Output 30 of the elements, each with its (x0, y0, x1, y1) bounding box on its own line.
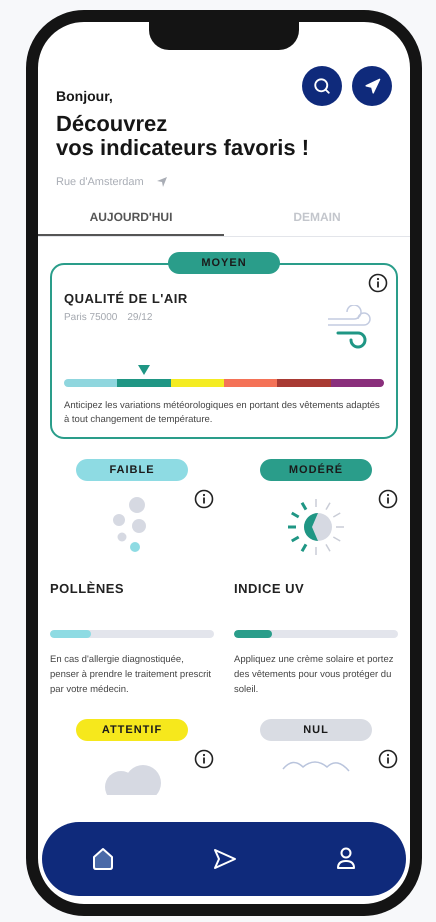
info-icon[interactable] (368, 273, 388, 293)
home-icon (92, 847, 114, 871)
location-button[interactable] (352, 66, 392, 106)
send-icon (212, 848, 237, 870)
card-description: Anticipez les variations météorologiques en portant des vêtements adaptés à tout changement de température. (64, 399, 381, 427)
info-icon[interactable] (194, 749, 214, 769)
location-text: Rue d'Amsterdam (56, 176, 144, 188)
level-badge: NUL (260, 719, 372, 741)
search-icon (313, 77, 331, 95)
info-icon[interactable] (378, 749, 398, 769)
location-arrow-icon (156, 176, 168, 188)
indicator-title: POLLÈNES (50, 581, 126, 596)
user-icon (336, 847, 356, 871)
indicator-description: En cas d'allergie diagnostiquée, penser à prendre le traitement prescrit par votre médecin. (50, 653, 212, 697)
navigation-arrow-icon (364, 78, 380, 94)
info-icon[interactable] (194, 489, 214, 509)
level-badge: MODÉRÉ (260, 459, 372, 481)
search-button[interactable] (302, 66, 342, 106)
info-icon[interactable] (378, 489, 398, 509)
indicator-description: Appliquez une crème solaire et portez des vêtements pour vous protéger du soleil. (234, 653, 394, 697)
page-title: Découvrez vos indicateurs favoris ! (56, 112, 310, 160)
card-title: QUALITÉ DE L'AIR (64, 291, 188, 306)
indicator-title: INDICE UV (234, 581, 306, 596)
greeting-text: Bonjour, (56, 88, 113, 104)
level-badge: MOYEN (168, 252, 280, 274)
level-badge: ATTENTIF (76, 719, 188, 741)
day-tab[interactable]: AUJOURD'HUI (38, 200, 224, 236)
date-text: 29/12 (127, 312, 152, 323)
place-text: Paris 75000 (64, 312, 118, 323)
level-badge: FAIBLE (76, 459, 188, 481)
